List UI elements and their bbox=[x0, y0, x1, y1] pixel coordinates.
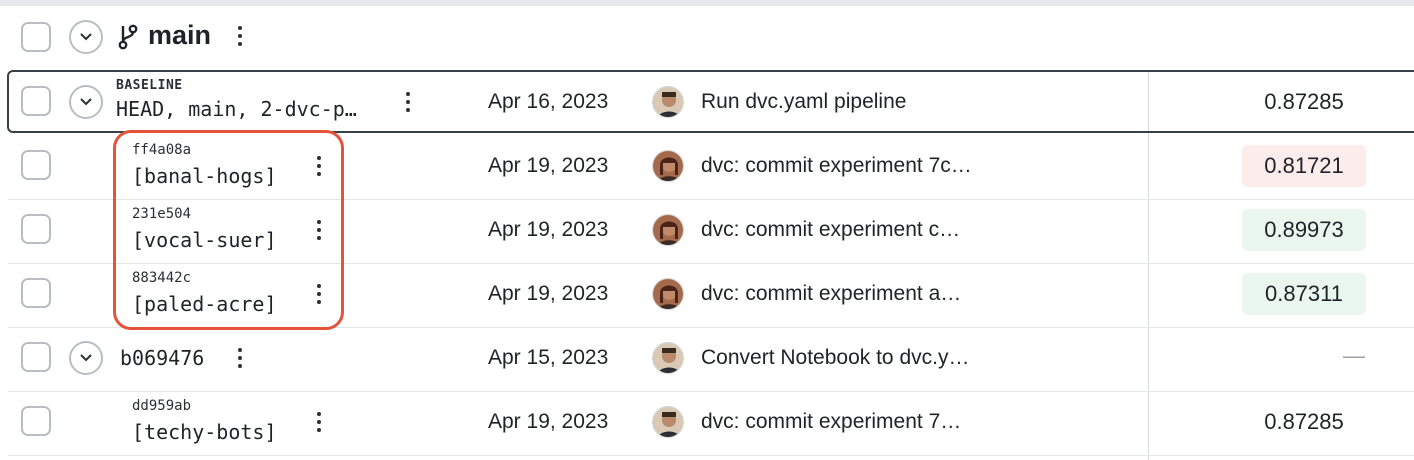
experiment-sha: dd959ab bbox=[132, 398, 192, 414]
commit-message: dvc: commit experiment c… bbox=[701, 218, 961, 241]
row-checkbox[interactable] bbox=[21, 150, 51, 180]
author-avatar bbox=[652, 86, 684, 118]
collapse-baseline-button[interactable] bbox=[69, 85, 103, 119]
table-top-edge bbox=[0, 0, 1414, 6]
commit-date: Apr 15, 2023 bbox=[488, 346, 609, 369]
author-avatar bbox=[652, 406, 684, 438]
baseline-badge: BASELINE bbox=[116, 78, 183, 93]
author-avatar bbox=[652, 150, 684, 182]
experiments-highlight bbox=[113, 130, 344, 330]
collapse-branch-button[interactable] bbox=[69, 20, 103, 54]
metric-value: 0.87285 bbox=[1264, 409, 1344, 434]
author-avatar bbox=[652, 278, 684, 310]
commit-message: Convert Notebook to dvc.y… bbox=[701, 346, 970, 369]
commit-message: dvc: commit experiment 7… bbox=[701, 410, 962, 433]
commit-message: Run dvc.yaml pipeline bbox=[701, 90, 907, 113]
row-checkbox[interactable] bbox=[21, 86, 51, 116]
row-checkbox[interactable] bbox=[21, 278, 51, 308]
author-avatar bbox=[652, 342, 684, 374]
collapse-commit-button[interactable] bbox=[69, 341, 103, 375]
baseline-label: HEAD, main, 2-dvc-p… bbox=[116, 97, 357, 121]
author-avatar bbox=[652, 214, 684, 246]
branch-menu-button[interactable] bbox=[234, 24, 246, 48]
branch-name: main bbox=[148, 20, 212, 50]
metric-value: 0.87285 bbox=[1264, 89, 1344, 114]
row-divider bbox=[8, 455, 1414, 456]
row-menu-button[interactable] bbox=[402, 90, 414, 114]
row-checkbox[interactable] bbox=[21, 342, 51, 372]
chevron-down-icon bbox=[80, 98, 92, 106]
git-branch-icon bbox=[118, 24, 138, 50]
commit-sha: b069476 bbox=[120, 346, 205, 370]
metric-value-empty: — bbox=[1343, 343, 1365, 368]
metric-value: 0.81721 bbox=[1242, 145, 1366, 187]
select-all-checkbox[interactable] bbox=[21, 22, 51, 52]
experiment-name: [techy-bots] bbox=[132, 420, 277, 444]
commit-date: Apr 16, 2023 bbox=[488, 90, 609, 113]
row-divider bbox=[8, 391, 1414, 392]
commit-date: Apr 19, 2023 bbox=[488, 218, 609, 241]
commit-date: Apr 19, 2023 bbox=[488, 282, 609, 305]
chevron-down-icon bbox=[80, 354, 92, 362]
metric-value: 0.89973 bbox=[1242, 209, 1366, 251]
commit-date: Apr 19, 2023 bbox=[488, 154, 609, 177]
chevron-down-icon bbox=[80, 33, 92, 41]
row-checkbox[interactable] bbox=[21, 214, 51, 244]
row-menu-button[interactable] bbox=[313, 410, 325, 434]
commit-message: dvc: commit experiment 7c… bbox=[701, 154, 972, 177]
commit-message: dvc: commit experiment a… bbox=[701, 282, 962, 305]
commit-date: Apr 19, 2023 bbox=[488, 410, 609, 433]
metric-value: 0.87311 bbox=[1242, 273, 1366, 315]
row-checkbox[interactable] bbox=[21, 406, 51, 436]
row-menu-button[interactable] bbox=[234, 346, 246, 370]
